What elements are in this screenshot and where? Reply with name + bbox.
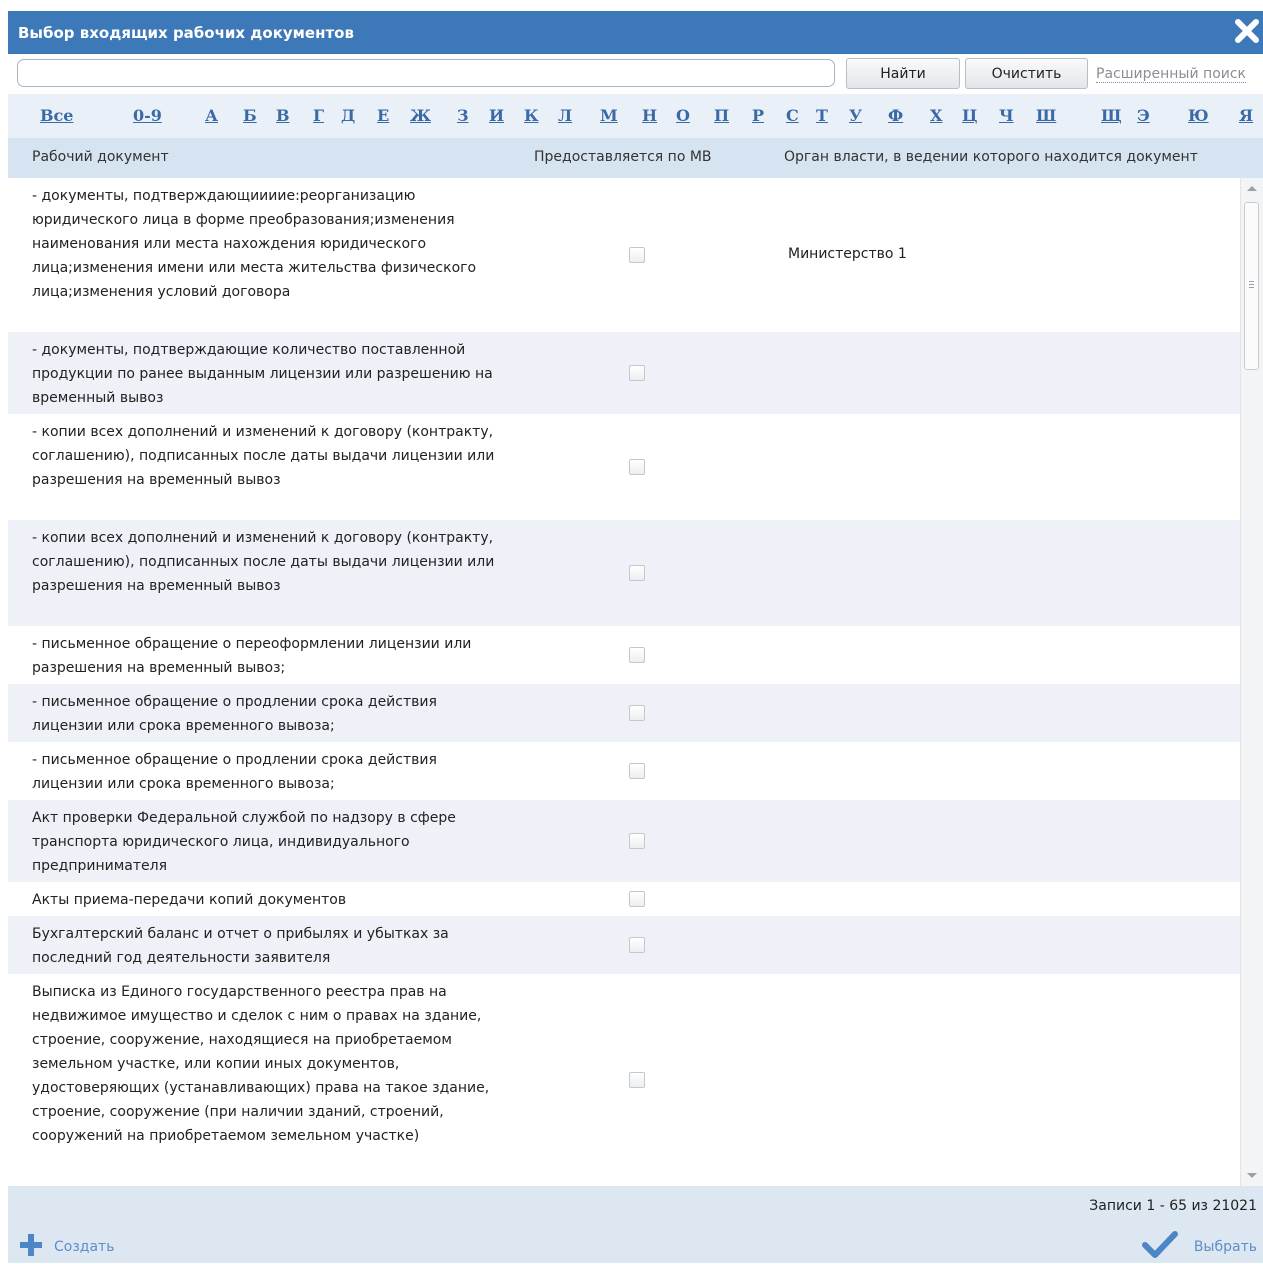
create-label: Создать xyxy=(54,1239,115,1255)
mv-checkbox[interactable] xyxy=(629,833,645,849)
alphabet-letter[interactable]: Ж xyxy=(410,106,431,125)
alphabet-letter[interactable]: Щ xyxy=(1101,106,1122,125)
create-button[interactable]: Создать xyxy=(18,1232,114,1262)
document-name-cell: - копии всех дополнений и изменений к до… xyxy=(32,530,495,594)
alphabet-letter[interactable]: М xyxy=(600,106,618,125)
grid-body: - документы, подтверждающиииие:реорганиз… xyxy=(8,178,1240,1186)
search-bar: Найти Очистить Расширенный поиск xyxy=(8,54,1263,94)
alphabet-letter[interactable]: Ю xyxy=(1188,106,1209,125)
document-name-cell: Акты приема-передачи копий документов xyxy=(32,892,347,908)
document-name-cell: - копии всех дополнений и изменений к до… xyxy=(32,424,495,488)
table-row[interactable]: - документы, подтверждающие количество п… xyxy=(8,332,1240,414)
find-button[interactable]: Найти xyxy=(846,58,960,89)
document-name-cell: - документы, подтверждающие количество п… xyxy=(32,342,493,406)
table-row[interactable]: Бухгалтерский баланс и отчет о прибылях … xyxy=(8,916,1240,974)
authority-cell: Министерство 1 xyxy=(788,246,907,262)
alphabet-letter[interactable]: О xyxy=(676,106,690,125)
alphabet-letter[interactable]: Г xyxy=(313,106,324,125)
column-header-authority[interactable]: Орган власти, в ведении которого находит… xyxy=(784,149,1198,165)
alphabet-letter[interactable]: Ч xyxy=(999,106,1014,125)
alphabet-letter[interactable]: 0-9 xyxy=(133,106,162,125)
close-icon[interactable] xyxy=(1233,17,1261,45)
document-name-cell: Бухгалтерский баланс и отчет о прибылях … xyxy=(32,926,449,966)
alphabet-letter[interactable]: П xyxy=(714,106,729,125)
alphabet-letter[interactable]: И xyxy=(489,106,504,125)
grip-icon xyxy=(1249,281,1254,289)
alphabet-letter[interactable]: В xyxy=(276,106,290,125)
alphabet-letter[interactable]: Н xyxy=(642,106,657,125)
alphabet-filter: Все 0-9 А Б В Г Д Е Ж З И К Л М Н О П Р С Т У Ф Х Ц Ч Ш Щ Э Ю Я xyxy=(8,94,1263,138)
document-name-cell: Акт проверки Федеральной службой по надз… xyxy=(32,810,456,874)
grid-header: Рабочий документ Предоставляется по МВ О… xyxy=(8,138,1263,178)
select-label: Выбрать xyxy=(1193,1239,1257,1255)
mv-checkbox[interactable] xyxy=(629,565,645,581)
mv-checkbox[interactable] xyxy=(629,705,645,721)
mv-checkbox[interactable] xyxy=(629,763,645,779)
column-header-mv[interactable]: Предоставляется по МВ xyxy=(534,149,712,165)
table-row[interactable]: - копии всех дополнений и изменений к до… xyxy=(8,414,1240,520)
scroll-down-icon[interactable] xyxy=(1247,1173,1257,1178)
alphabet-letter[interactable]: Т xyxy=(816,106,828,125)
document-name-cell: Выписка из Единого государственного реес… xyxy=(32,984,490,1144)
table-row[interactable]: Акт проверки Федеральной службой по надз… xyxy=(8,800,1240,882)
alphabet-letter[interactable]: С xyxy=(786,106,799,125)
alphabet-letter[interactable]: Э xyxy=(1137,106,1150,125)
mv-checkbox[interactable] xyxy=(629,247,645,263)
select-button[interactable]: Выбрать xyxy=(1141,1230,1257,1264)
alphabet-letter[interactable]: Я xyxy=(1239,106,1253,125)
mv-checkbox[interactable] xyxy=(629,891,645,907)
clear-button[interactable]: Очистить xyxy=(965,58,1088,89)
table-row[interactable]: Выписка из Единого государственного реес… xyxy=(8,974,1240,1186)
dialog-titlebar: Выбор входящих рабочих документов xyxy=(8,11,1263,54)
scroll-thumb[interactable] xyxy=(1244,202,1259,370)
alphabet-letter[interactable]: А xyxy=(205,106,218,125)
mv-checkbox[interactable] xyxy=(629,1072,645,1088)
table-row[interactable]: Акты приема-передачи копий документов xyxy=(8,882,1240,916)
alphabet-letter[interactable]: Д xyxy=(341,106,355,125)
scroll-up-icon[interactable] xyxy=(1247,186,1257,191)
vertical-scrollbar[interactable] xyxy=(1240,178,1263,1186)
table-row[interactable]: - копии всех дополнений и изменений к до… xyxy=(8,520,1240,626)
document-name-cell: - письменное обращение о продлении срока… xyxy=(32,752,437,792)
alphabet-letter[interactable]: У xyxy=(849,106,862,125)
alphabet-letter[interactable]: К xyxy=(524,106,539,125)
mv-checkbox[interactable] xyxy=(629,647,645,663)
document-name-cell: - письменное обращение о переоформлении … xyxy=(32,636,472,676)
plus-icon xyxy=(18,1232,44,1262)
document-name-cell: - документы, подтверждающиииие:реорганиз… xyxy=(32,188,477,300)
alphabet-letter[interactable]: Е xyxy=(377,106,389,125)
mv-checkbox[interactable] xyxy=(629,937,645,953)
alphabet-letter[interactable]: Р xyxy=(752,106,764,125)
dialog-title: Выбор входящих рабочих документов xyxy=(18,23,354,42)
advanced-search-link[interactable]: Расширенный поиск xyxy=(1096,66,1247,83)
column-header-document[interactable]: Рабочий документ xyxy=(32,149,169,165)
records-count: Записи 1 - 65 из 21021 xyxy=(1089,1198,1257,1214)
alphabet-letter[interactable]: Все xyxy=(40,106,73,125)
table-row[interactable]: - письменное обращение о продлении срока… xyxy=(8,684,1240,742)
mv-checkbox[interactable] xyxy=(629,365,645,381)
alphabet-letter[interactable]: Ш xyxy=(1036,106,1056,125)
check-icon xyxy=(1141,1230,1178,1264)
document-select-dialog: Выбор входящих рабочих документов Найти … xyxy=(0,0,1263,1263)
dialog-footer: Записи 1 - 65 из 21021 Создать Выбрать xyxy=(8,1186,1263,1263)
alphabet-letter[interactable]: Б xyxy=(243,106,257,125)
table-row[interactable]: - письменное обращение о продлении срока… xyxy=(8,742,1240,800)
search-input[interactable] xyxy=(17,59,835,87)
document-name-cell: - письменное обращение о продлении срока… xyxy=(32,694,437,734)
alphabet-letter[interactable]: З xyxy=(457,106,469,125)
alphabet-letter[interactable]: Л xyxy=(558,106,572,125)
table-row[interactable]: - письменное обращение о переоформлении … xyxy=(8,626,1240,684)
alphabet-letter[interactable]: Ц xyxy=(962,106,977,125)
mv-checkbox[interactable] xyxy=(629,459,645,475)
table-row[interactable]: - документы, подтверждающиииие:реорганиз… xyxy=(8,178,1240,332)
alphabet-letter[interactable]: Ф xyxy=(888,106,903,125)
alphabet-letter[interactable]: Х xyxy=(930,106,942,125)
